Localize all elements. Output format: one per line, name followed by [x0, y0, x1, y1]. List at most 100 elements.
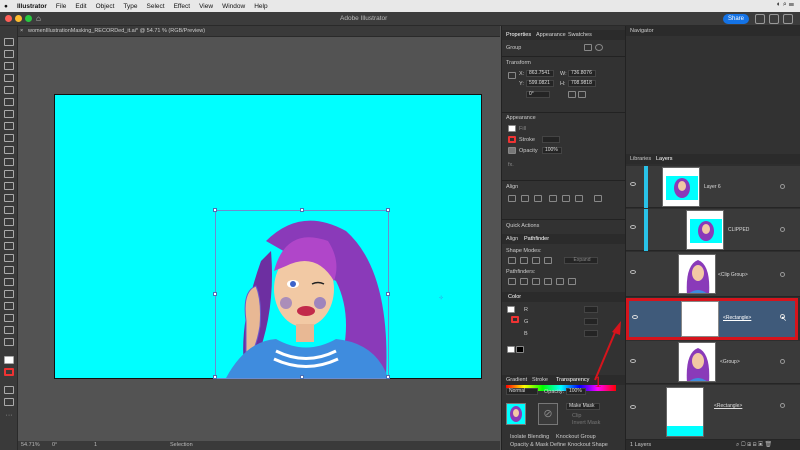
rectangle-tool-icon[interactable]	[4, 122, 14, 130]
line-tool-icon[interactable]	[4, 110, 14, 118]
layer-row[interactable]: <Group>	[626, 341, 800, 384]
intersect-icon[interactable]	[532, 257, 540, 264]
selection-tool-icon[interactable]	[4, 38, 14, 46]
resize-handle[interactable]	[300, 375, 304, 379]
pen-tool-icon[interactable]	[4, 74, 14, 82]
curvature-tool-icon[interactable]	[4, 86, 14, 94]
trans-opacity-field[interactable]: 100%	[566, 388, 586, 395]
knockout-group-checkbox[interactable]: Knockout Group	[556, 434, 596, 440]
mesh-tool-icon[interactable]	[4, 242, 14, 250]
draw-mode-icon[interactable]	[4, 386, 14, 394]
isolate-group-icon[interactable]	[584, 44, 592, 51]
align-top-icon[interactable]	[549, 195, 557, 202]
color-fill-swatch[interactable]	[507, 306, 515, 313]
tab-libraries[interactable]: Libraries	[630, 156, 651, 162]
type-tool-icon[interactable]	[4, 98, 14, 106]
layer-name[interactable]: <Rectangle>	[723, 315, 751, 321]
fill-color-swatch[interactable]	[4, 356, 14, 364]
canvas-area[interactable]: ⊹	[18, 37, 500, 441]
menu-file[interactable]: File	[56, 3, 66, 10]
stroke-color-swatch[interactable]	[4, 368, 14, 376]
blend-tool-icon[interactable]	[4, 278, 14, 286]
hand-tool-icon[interactable]	[4, 326, 14, 334]
layer-name[interactable]: <Rectangle>	[714, 403, 742, 409]
selection-bounding-box[interactable]	[213, 208, 390, 379]
resize-handle[interactable]	[386, 208, 390, 212]
menu-type[interactable]: Type	[123, 3, 137, 10]
layer-row[interactable]: Layer 6	[626, 166, 800, 208]
align-bottom-icon[interactable]	[575, 195, 583, 202]
align-right-icon[interactable]	[534, 195, 542, 202]
menu-object[interactable]: Object	[96, 3, 115, 10]
zoom-tool-icon[interactable]	[4, 338, 14, 346]
unite-icon[interactable]	[508, 257, 516, 264]
target-circle-icon[interactable]	[780, 227, 785, 232]
opacity-mask-define-checkbox[interactable]: Opacity & Mask Define Knockout Shape	[510, 442, 608, 448]
visibility-eye-icon[interactable]	[630, 359, 636, 363]
eraser-tool-icon[interactable]	[4, 158, 14, 166]
tab-gradient[interactable]: Gradient	[506, 377, 527, 383]
navigator-title[interactable]: Navigator	[630, 28, 654, 34]
rotate-tool-icon[interactable]	[4, 170, 14, 178]
apple-icon[interactable]: ●	[4, 3, 8, 10]
menu-edit[interactable]: Edit	[75, 3, 86, 10]
close-window-icon[interactable]	[5, 15, 12, 22]
r-field[interactable]	[584, 306, 598, 313]
visibility-eye-icon[interactable]	[630, 270, 636, 274]
document-tab[interactable]: × womenIllustrationMasking_RECORDed_it.a…	[18, 26, 500, 37]
share-button[interactable]: Share	[723, 14, 749, 24]
perspective-tool-icon[interactable]	[4, 230, 14, 238]
rotation-value[interactable]: 0°	[52, 442, 57, 448]
width-tool-icon[interactable]	[4, 194, 14, 202]
highlighted-rectangle-row[interactable]: <Rectangle> ↖	[626, 298, 798, 340]
stroke-weight-field[interactable]	[542, 136, 560, 143]
screen-mode-icon[interactable]	[4, 398, 14, 406]
tab-properties[interactable]: Properties	[506, 32, 531, 38]
crop-icon[interactable]	[544, 278, 552, 285]
menu-view[interactable]: View	[199, 3, 213, 10]
direct-selection-tool-icon[interactable]	[4, 50, 14, 58]
flip-vertical-icon[interactable]	[578, 91, 586, 98]
reference-point-icon[interactable]	[508, 72, 516, 79]
graph-tool-icon[interactable]	[4, 302, 14, 310]
layer-row[interactable]: <Rectangle>	[626, 385, 800, 440]
rotate-field[interactable]: 0°	[526, 91, 550, 98]
w-field[interactable]: 736.8076	[568, 70, 596, 77]
minus-front-icon[interactable]	[520, 257, 528, 264]
target-circle-icon[interactable]	[780, 272, 785, 277]
black-swatch[interactable]	[516, 346, 524, 353]
target-circle-icon[interactable]	[780, 184, 785, 189]
layer-name[interactable]: <Group>	[720, 359, 740, 365]
flip-horizontal-icon[interactable]	[568, 91, 576, 98]
workspace-icon[interactable]	[769, 14, 779, 24]
scale-tool-icon[interactable]	[4, 182, 14, 190]
target-circle-icon[interactable]	[780, 359, 785, 364]
symbol-sprayer-tool-icon[interactable]	[4, 290, 14, 298]
artboard-number[interactable]: 1	[94, 442, 97, 448]
search-icon[interactable]	[755, 14, 765, 24]
layer-name[interactable]: Layer 6	[704, 184, 721, 190]
minimize-window-icon[interactable]	[15, 15, 22, 22]
blend-mode-select[interactable]: Normal	[506, 388, 538, 395]
artboard[interactable]: ⊹	[54, 94, 482, 379]
mask-slot-icon[interactable]: ⊘	[538, 403, 558, 425]
make-mask-button[interactable]: Make Mask	[566, 403, 600, 410]
pencil-tool-icon[interactable]	[4, 146, 14, 154]
opacity-field[interactable]: 100%	[542, 147, 562, 154]
layer-row[interactable]: CLIPPED	[626, 209, 800, 251]
menu-app[interactable]: Illustrator	[17, 3, 47, 10]
tab-pathfinder[interactable]: Pathfinder	[524, 236, 549, 242]
merge-icon[interactable]	[532, 278, 540, 285]
resize-handle[interactable]	[213, 375, 217, 379]
object-thumbnail[interactable]	[506, 403, 526, 425]
menu-select[interactable]: Select	[147, 3, 165, 10]
maximize-window-icon[interactable]	[25, 15, 32, 22]
y-field[interactable]: 599.0821	[526, 80, 554, 87]
visibility-eye-icon[interactable]	[630, 405, 636, 409]
resize-handle[interactable]	[386, 292, 390, 296]
exclude-icon[interactable]	[544, 257, 552, 264]
invert-mask-checkbox[interactable]: Invert Mask	[572, 420, 600, 426]
tab-stroke[interactable]: Stroke	[532, 377, 548, 383]
zoom-level[interactable]: 54.71%	[21, 442, 40, 448]
visibility-eye-icon[interactable]	[630, 225, 636, 229]
